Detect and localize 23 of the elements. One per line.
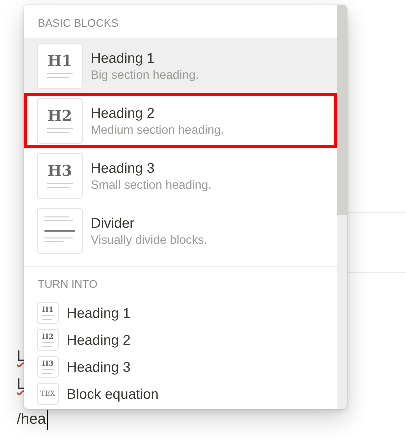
text-line: L: [17, 348, 26, 366]
heading-icon: H2: [37, 98, 83, 144]
item-title: Heading 1: [67, 304, 131, 322]
scrollbar[interactable]: [337, 5, 347, 409]
section-title: BASIC BLOCKS: [37, 17, 120, 31]
text-line: L: [17, 376, 26, 394]
item-title: Block equation: [67, 384, 159, 402]
heading-icon: H1: [37, 42, 83, 88]
section-title: TURN INTO: [37, 278, 99, 292]
item-title: Heading 1: [91, 48, 156, 66]
item-title: Heading 3: [91, 158, 156, 176]
item-title: Divider: [91, 214, 136, 232]
item-title: Heading 3: [67, 358, 131, 376]
menu-item[interactable]: H2 Heading 2 Medium section heading.: [24, 93, 337, 148]
item-description: Big section heading.: [91, 66, 200, 82]
heading-icon: H3: [37, 152, 83, 198]
item-description: Medium section heading.: [91, 122, 224, 138]
item-title: Heading 2: [67, 330, 131, 348]
menu-item[interactable]: H1 Heading 1 Big section heading.: [24, 38, 337, 93]
item-description: Small section heading.: [91, 176, 212, 192]
item-title: Heading 2: [91, 104, 156, 122]
typed-text: /hea: [17, 410, 48, 430]
item-description: Visually divide blocks.: [91, 232, 208, 248]
